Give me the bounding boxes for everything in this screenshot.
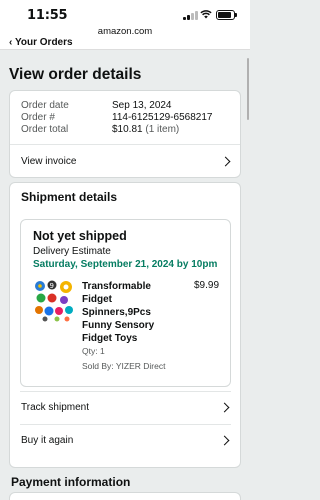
- svg-text:9: 9: [50, 282, 54, 290]
- signal-icon: [183, 11, 198, 20]
- back-label: Your Orders: [14, 38, 73, 48]
- url-text: amazon.com: [97, 26, 153, 37]
- order-total-amount: $10.81: [112, 124, 143, 135]
- status-bar: 11:55: [0, 0, 250, 26]
- order-number-label: Order #: [21, 112, 55, 123]
- order-number-value: 114-6125129-6568217: [112, 112, 213, 123]
- order-item-count: (1 item): [145, 124, 180, 135]
- chevron-left-icon: ‹: [9, 38, 13, 48]
- order-summary-card: Order date Sep 13, 2024 Order # 114-6125…: [9, 90, 241, 178]
- shipment-card: Shipment details Not yet shipped Deliver…: [9, 182, 241, 468]
- status-time: 11:55: [27, 8, 68, 23]
- payment-card: [9, 492, 241, 500]
- order-total-value: $10.81 (1 item): [112, 124, 179, 135]
- delivery-date: Saturday, September 21, 2024 by 10pm: [33, 259, 218, 270]
- view-invoice-row[interactable]: View invoice: [10, 145, 240, 178]
- item-price: $9.99: [194, 280, 220, 291]
- wifi-icon: [200, 10, 212, 19]
- shipping-status: Not yet shipped: [33, 229, 127, 243]
- nav-bar: ‹ Your Orders: [0, 38, 250, 49]
- buy-it-again-row[interactable]: Buy it again: [20, 425, 231, 457]
- view-invoice-label: View invoice: [21, 156, 77, 167]
- chevron-right-icon: [220, 156, 231, 167]
- back-to-orders-link[interactable]: ‹ Your Orders: [9, 38, 73, 48]
- page-title: View order details: [9, 66, 142, 83]
- product-name-link[interactable]: Transformable Fidget Spinners,9Pcs Funny…: [82, 280, 178, 345]
- scrollbar[interactable]: [246, 58, 249, 120]
- payment-section-title: Payment information: [11, 475, 131, 489]
- delivery-estimate-label: Delivery Estimate: [33, 246, 111, 257]
- chevron-right-icon: [219, 435, 230, 446]
- item-quantity: Qty: 1: [82, 346, 105, 356]
- battery-icon: [216, 10, 237, 20]
- track-shipment-row[interactable]: Track shipment: [20, 392, 231, 424]
- order-total-label: Order total: [21, 124, 69, 135]
- seller-info: Sold By: YIZER Direct: [82, 361, 166, 371]
- chevron-right-icon: [219, 402, 230, 413]
- order-date-label: Order date: [21, 100, 69, 111]
- shipment-section-title: Shipment details: [21, 190, 118, 204]
- order-date-value: Sep 13, 2024: [112, 100, 172, 111]
- track-shipment-label: Track shipment: [21, 402, 89, 413]
- product-image[interactable]: 9: [33, 278, 75, 322]
- buy-it-again-label: Buy it again: [21, 435, 74, 446]
- divider: [0, 49, 250, 50]
- shipment-item-box: Not yet shipped Delivery Estimate Saturd…: [20, 219, 231, 387]
